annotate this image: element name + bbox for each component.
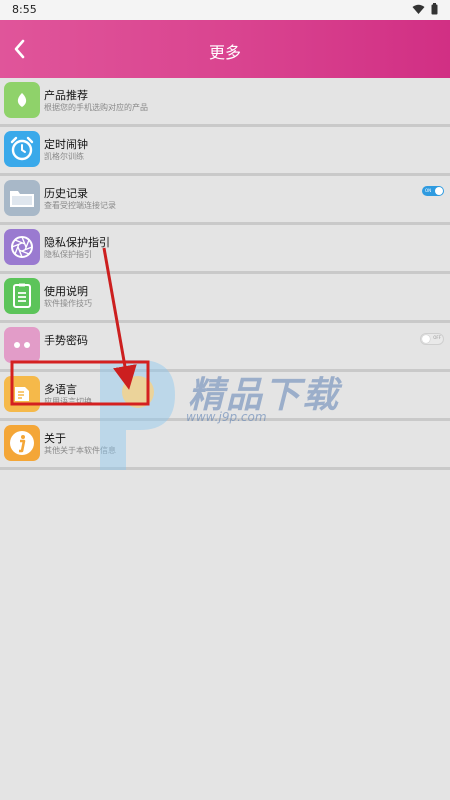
toggle-label: ON [425,188,432,193]
list-item-product-recommend[interactable]: 产品推荐 根据您的手机选购对应的产品 [0,78,450,127]
aperture-icon [4,229,40,265]
alarm-clock-icon [4,131,40,167]
item-title: 手势密码 [44,334,88,347]
item-subtitle: 隐私保护指引 [44,250,92,259]
list-item-alarm[interactable]: 定时闹钟 凯格尔训练 [0,127,450,176]
item-title: 关于 [44,432,66,445]
history-toggle[interactable]: ON [422,186,444,196]
watermark-url: www.j9p.com [186,410,267,424]
item-subtitle: 根据您的手机选购对应的产品 [44,103,148,112]
app-header: 更多 [0,20,450,78]
item-title: 定时闹钟 [44,138,88,151]
battery-icon [431,3,438,15]
status-bar: 8:55 [0,0,450,20]
item-subtitle: 查看受控端连接记录 [44,201,116,210]
list-item-privacy[interactable]: 隐私保护指引 隐私保护指引 [0,225,450,274]
list-item-gesture-password[interactable]: 手势密码 OFF [0,323,450,372]
folder-icon [4,180,40,216]
item-title: 隐私保护指引 [44,236,110,249]
leaf-icon [4,82,40,118]
list-item-about[interactable]: 关于 其他关于本软件信息 [0,421,450,470]
item-subtitle: 应用语言切换 [44,397,92,406]
language-icon [4,376,40,412]
list-item-instructions[interactable]: 使用说明 软件操作技巧 [0,274,450,323]
toggle-knob [435,187,443,195]
dots-icon [4,327,40,363]
toggle-label: OFF [433,335,441,340]
status-time: 8:55 [12,3,37,16]
item-title: 多语言 [44,383,77,396]
page-title: 更多 [208,43,241,62]
toggle-knob [422,335,430,343]
gesture-password-toggle[interactable]: OFF [420,333,444,345]
list-item-history[interactable]: 历史记录 查看受控端连接记录 ON [0,176,450,225]
document-icon [4,278,40,314]
info-icon [4,425,40,461]
item-subtitle: 凯格尔训练 [44,152,84,161]
item-title: 使用说明 [44,285,88,298]
wifi-icon [412,4,425,14]
item-title: 历史记录 [44,187,88,200]
item-title: 产品推荐 [44,89,88,102]
item-subtitle: 软件操作技巧 [44,299,92,308]
item-subtitle: 其他关于本软件信息 [44,446,116,455]
